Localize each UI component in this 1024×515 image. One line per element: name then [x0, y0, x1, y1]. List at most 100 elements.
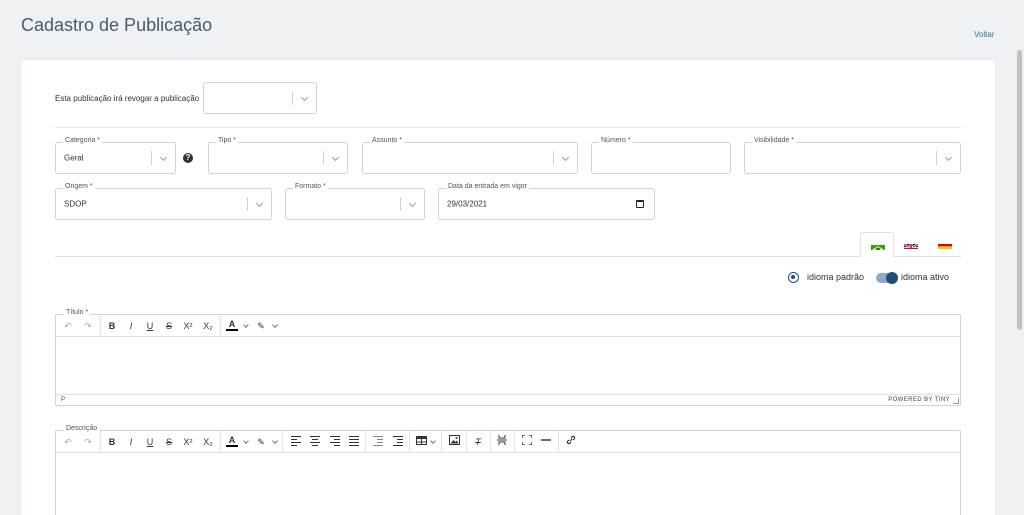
select-divider — [247, 197, 248, 211]
toggle-knob — [886, 271, 898, 284]
select-divider — [292, 91, 293, 105]
bold-button[interactable]: B — [106, 435, 118, 449]
tipo-label: Tipo * — [216, 137, 239, 144]
undo-icon[interactable]: ↶ — [62, 435, 74, 449]
redo-icon[interactable]: ↷ — [82, 435, 94, 449]
chevron-down-icon[interactable] — [430, 438, 436, 444]
categoria-value: Geral — [64, 153, 84, 163]
highlight-color-icon[interactable]: ✎ — [255, 319, 267, 333]
chevron-down-icon[interactable] — [243, 438, 249, 444]
page-break-icon[interactable] — [496, 435, 508, 449]
chevron-down-icon[interactable] — [272, 438, 278, 444]
align-center-icon[interactable] — [310, 436, 320, 447]
toolbar-separator — [466, 431, 467, 453]
select-divider — [400, 197, 401, 211]
superscript-button[interactable]: X² — [181, 319, 195, 333]
chevron-down-icon — [331, 153, 340, 162]
data-entrada-input[interactable]: Data da entrada em vigor 29/03/2021 — [438, 183, 655, 220]
subscript-button[interactable]: X₂ — [201, 435, 215, 449]
origem-select[interactable]: Origem * SDOP — [55, 183, 272, 220]
underline-button[interactable]: U — [144, 319, 156, 333]
categoria-select[interactable]: Categoria * Geral — [55, 137, 176, 174]
visibilidade-select[interactable]: Visibilidade * — [744, 137, 961, 174]
select-divider — [553, 151, 554, 165]
default-language-radio[interactable] — [788, 272, 799, 283]
toolbar-separator — [100, 315, 101, 337]
uk-flag-icon — [904, 240, 918, 249]
undo-icon[interactable]: ↶ — [62, 319, 74, 333]
titulo-toolbar: ↶ ↷ B I U S X² X₂ A ✎ — [56, 315, 960, 337]
formato-label: Formato * — [293, 183, 328, 190]
toolbar-separator — [220, 431, 221, 453]
form-card: Esta publicação irá revogar a publicação… — [21, 60, 995, 515]
chevron-down-icon — [408, 199, 417, 208]
align-justify-icon[interactable] — [349, 436, 359, 447]
divider — [55, 127, 961, 128]
numero-input[interactable]: Número * — [591, 137, 731, 174]
underline-button[interactable]: U — [144, 435, 156, 449]
chevron-down-icon — [944, 153, 953, 162]
strikethrough-button[interactable]: S — [163, 319, 175, 333]
calendar-icon[interactable] — [636, 200, 644, 208]
fullscreen-icon[interactable] — [521, 434, 533, 449]
back-link[interactable]: Voltar — [974, 30, 994, 39]
horizontal-line-icon[interactable] — [540, 435, 552, 449]
toolbar-separator — [441, 431, 442, 453]
visibilidade-label: Visibilidade * — [752, 137, 796, 144]
spain-flag-icon — [938, 240, 952, 249]
active-language-toggle[interactable] — [876, 271, 898, 284]
tipo-select[interactable]: Tipo * — [208, 137, 348, 174]
toolbar-separator — [100, 431, 101, 453]
indent-icon[interactable] — [393, 436, 403, 447]
tab-es[interactable] — [928, 232, 962, 257]
strikethrough-button[interactable]: S — [163, 435, 175, 449]
link-icon[interactable] — [565, 435, 577, 449]
data-entrada-label: Data da entrada em vigor — [446, 183, 529, 190]
highlight-color-icon[interactable]: ✎ — [255, 435, 267, 449]
toolbar-separator — [514, 431, 515, 453]
clear-formatting-icon[interactable]: T — [472, 435, 484, 449]
toolbar-separator — [558, 431, 559, 453]
italic-button[interactable]: I — [125, 319, 137, 333]
italic-button[interactable]: I — [125, 435, 137, 449]
revoke-select[interactable] — [203, 82, 317, 114]
subscript-button[interactable]: X₂ — [201, 319, 215, 333]
image-icon[interactable] — [448, 435, 460, 449]
element-path[interactable]: P — [61, 397, 65, 403]
chevron-down-icon — [159, 153, 168, 162]
bold-button[interactable]: B — [106, 319, 118, 333]
tab-pt-br[interactable] — [860, 232, 894, 257]
titulo-editor: Título * ↶ ↷ B I U S X² X₂ A ✎ P POWERED… — [55, 309, 961, 406]
chevron-down-icon[interactable] — [243, 322, 249, 328]
redo-icon[interactable]: ↷ — [82, 319, 94, 333]
superscript-button[interactable]: X² — [181, 435, 195, 449]
toolbar-separator — [365, 431, 366, 453]
active-language-label: idioma ativo — [901, 272, 950, 282]
assunto-select[interactable]: Assunto * — [362, 137, 578, 174]
chevron-down-icon — [561, 153, 570, 162]
table-icon[interactable] — [415, 435, 428, 449]
align-left-icon[interactable] — [291, 436, 301, 447]
outdent-icon[interactable] — [373, 436, 383, 447]
toolbar-separator — [220, 315, 221, 337]
chevron-down-icon — [300, 93, 309, 102]
categoria-label: Categoria * — [63, 137, 103, 144]
default-language-label: idioma padrão — [807, 272, 865, 282]
numero-label: Número * — [599, 137, 633, 144]
page-title: Cadastro de Publicação — [21, 15, 213, 35]
resize-handle-icon[interactable] — [953, 398, 959, 404]
text-color-button[interactable]: A — [226, 435, 238, 447]
align-right-icon[interactable] — [330, 436, 340, 447]
formato-select[interactable]: Formato * — [285, 183, 425, 220]
powered-by-link[interactable]: POWERED BY TINY — [888, 397, 950, 403]
help-icon[interactable]: ? — [183, 153, 193, 163]
revoke-label: Esta publicação irá revogar a publicação — [55, 94, 200, 103]
scrollbar-thumb[interactable] — [1017, 50, 1022, 330]
tab-en[interactable] — [894, 232, 928, 257]
brazil-flag-icon — [871, 241, 885, 250]
descricao-editor: Descrição ↶ ↷ B I U S X² X₂ A ✎ T — [55, 425, 961, 515]
chevron-down-icon[interactable] — [272, 322, 278, 328]
descricao-toolbar: ↶ ↷ B I U S X² X₂ A ✎ T — [56, 431, 960, 453]
text-color-button[interactable]: A — [226, 319, 238, 331]
chevron-down-icon — [255, 199, 264, 208]
